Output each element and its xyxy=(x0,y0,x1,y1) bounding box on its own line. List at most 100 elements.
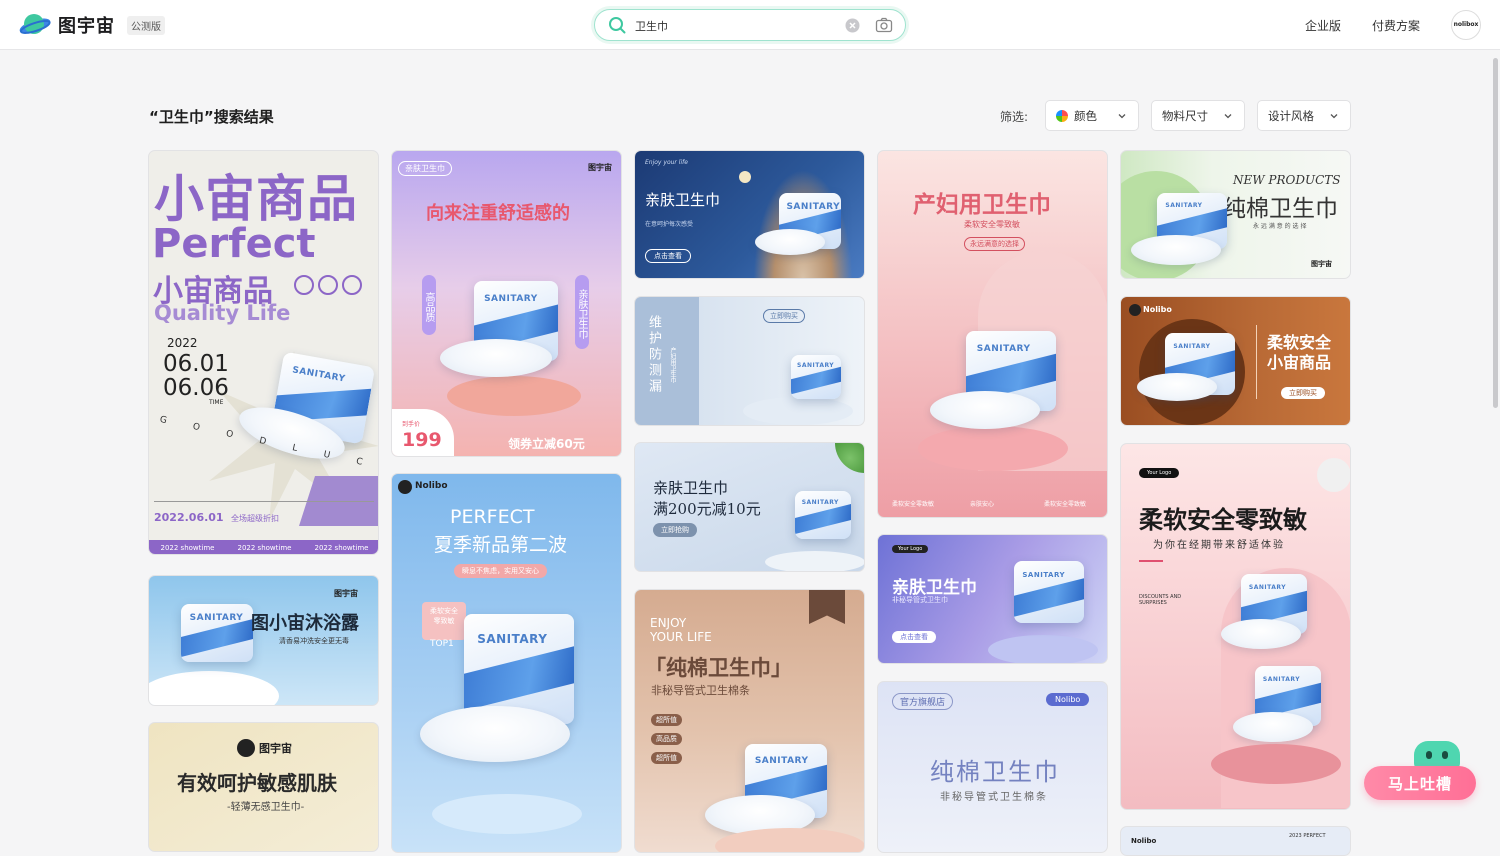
result-card-7[interactable]: NEW PRODUCTS 纯棉卫生巾 永 远 满 意 的 选 择 图宇宙 SAN… xyxy=(1120,150,1351,279)
result-card-1[interactable]: 小宙商品 Perfect 小宙商品 Quality Life 2022 06.0… xyxy=(148,150,379,555)
beta-badge: 公测版 xyxy=(127,15,165,35)
result-card-6[interactable]: 产妇用卫生巾 柔软安全零致敏 永远满意的选择 SANITARY 柔软安全零致敏 … xyxy=(877,150,1108,518)
feedback-label: 马上吐槽 xyxy=(1387,774,1452,793)
product-pack: SANITARY xyxy=(795,491,851,539)
app-name: 图宇宙 xyxy=(58,16,115,37)
kicker-en: 2023 PERFECT xyxy=(1289,833,1326,839)
result-card-15[interactable]: 官方旗舰店 Nolibo 纯棉卫生巾 非秘导管式卫生棉条 xyxy=(877,681,1108,853)
side-label-right: 亲肤卫生巾 xyxy=(575,275,589,349)
card-title: 产妇用卫生巾 xyxy=(913,191,1051,218)
card-title: 「纯棉卫生巾」 xyxy=(645,655,792,680)
card-subtitle: -轻薄无感卫生巾- xyxy=(227,802,305,813)
card-subtitle: 柔软安全零致敏 xyxy=(964,220,1020,229)
result-card-2[interactable]: 亲肤卫生巾 图宇宙 向来注重舒适感的 高品质 亲肤卫生巾 SANITARY 到手… xyxy=(391,150,622,457)
card-subtitle: 非秘导管式卫生巾 xyxy=(892,596,948,604)
pedestal xyxy=(447,376,581,416)
time-label: TIME xyxy=(209,399,224,406)
cloud-shape xyxy=(149,671,279,705)
store-tag: 官方旗舰店 xyxy=(892,693,954,710)
view-button: 点击查看 xyxy=(892,631,936,643)
card-pill: 瞬息不焦虑，实用又安心 xyxy=(454,564,547,578)
result-card-14[interactable]: 图宇宙 有效呵护敏感肌肤 -轻薄无感卫生巾- xyxy=(148,722,379,852)
feature-2: 亲肤安心 xyxy=(970,501,995,508)
card-subtitle: 为你在经期带来舒适体验 xyxy=(1153,540,1285,551)
top-bar: 图宇宙 公测版 卫生巾 企业版 付费方案 nolibox xyxy=(0,0,1500,50)
vertical-subtitle: 产妇用卫生巾 xyxy=(669,347,676,383)
headline-en: PERFECT xyxy=(450,506,535,528)
card-title: 向来注重舒适感的 xyxy=(426,203,570,224)
card-pill: 永远满意的选择 xyxy=(964,237,1025,251)
card-title: 有效呵护敏感肌肤 xyxy=(177,771,337,795)
result-card-13[interactable]: ENJOY YOUR LIFE 「纯棉卫生巾」 非秘导管式卫生棉条 超所值 高品… xyxy=(634,589,865,853)
feature-3: 柔软安全零致敏 xyxy=(1044,501,1087,508)
color-filter-label: 颜色 xyxy=(1074,108,1097,123)
product-pad xyxy=(420,706,570,762)
result-card-8[interactable]: Nolibo SANITARY 柔软安全 小宙商品 立即购买 xyxy=(1120,296,1351,426)
card-subtitle: 清香易冲洗安全更无毒 xyxy=(279,637,349,645)
card-title: 纯棉卫生巾 xyxy=(930,758,1060,786)
product-pad xyxy=(1137,373,1217,401)
card-tag: 亲肤卫生巾 xyxy=(398,161,452,176)
clear-icon[interactable] xyxy=(845,18,860,33)
card-kicker: Enjoy your life xyxy=(645,159,688,166)
feature-1: 柔软安全零致敏 xyxy=(892,501,935,508)
size-filter-label: 物料尺寸 xyxy=(1162,108,1208,123)
brand-logo-icon xyxy=(1129,304,1141,316)
price-tag: 到手价 xyxy=(402,421,421,428)
avatar[interactable]: nolibox xyxy=(1451,10,1481,40)
app-logo[interactable]: 图宇宙 公测版 xyxy=(18,11,165,39)
result-card-3[interactable]: Enjoy your life 亲肤卫生巾 在意呵护每次感受 点击查看 SANI… xyxy=(634,150,865,279)
brand-label: Nolibo xyxy=(415,481,448,491)
product-pad xyxy=(440,339,552,377)
card-title: 柔软安全零致敏 xyxy=(1139,506,1307,534)
product-pack: SANITARY xyxy=(181,604,253,662)
color-filter-dropdown[interactable]: 颜色 xyxy=(1045,100,1139,131)
headline-en: Perfect xyxy=(152,221,316,267)
card-title: 纯棉卫生巾 xyxy=(1223,196,1338,222)
size-filter-dropdown[interactable]: 物料尺寸 xyxy=(1151,100,1245,131)
result-card-10[interactable]: Nolibo PERFECT 夏季新品第二波 瞬息不焦虑，实用又安心 柔软安全 … xyxy=(391,473,622,853)
camera-icon[interactable] xyxy=(875,17,893,33)
result-card-12[interactable]: Your Logo 亲肤卫生巾 非秘导管式卫生巾 点击查看 SANITARY xyxy=(877,534,1108,664)
leaf-decoration xyxy=(835,443,864,473)
pedestal xyxy=(1211,744,1341,784)
search-input[interactable]: 卫生巾 xyxy=(635,18,668,34)
card-title: 夏季新品第二波 xyxy=(434,534,568,556)
brand-label: Nolibo xyxy=(1046,693,1090,706)
style-filter-dropdown[interactable]: 设计风格 xyxy=(1257,100,1351,131)
card-subtitle: 满200元减10元 xyxy=(653,500,761,518)
card-title: 图小宙沐浴露 xyxy=(251,613,359,634)
logo-pill: Your Logo xyxy=(892,545,929,553)
buy-button: 立即购买 xyxy=(1281,387,1325,399)
feedback-button[interactable]: 马上吐槽 xyxy=(1364,766,1476,800)
nav-pricing[interactable]: 付费方案 xyxy=(1372,17,1420,34)
result-card-11[interactable]: Your Logo 柔软安全零致敏 为你在经期带来舒适体验 DISCOUNTS … xyxy=(1120,443,1351,810)
year: 2022 xyxy=(167,336,198,350)
filter-label: 筛选: xyxy=(1000,110,1029,124)
style-filter-label: 设计风格 xyxy=(1268,108,1314,123)
footer-tag: 全场超级折扣 xyxy=(231,514,279,523)
brand-label: Nolibo xyxy=(1143,305,1172,314)
card-subtitle: 非秘导管式卫生棉条 xyxy=(940,792,1048,803)
nav-enterprise[interactable]: 企业版 xyxy=(1305,17,1341,34)
kicker-line-1: ENJOY xyxy=(650,616,687,630)
brand-logo-icon xyxy=(237,739,255,757)
pedestal xyxy=(743,397,853,425)
result-card-16[interactable]: Nolibo 2023 PERFECT xyxy=(1120,826,1351,856)
scrollbar-thumb[interactable] xyxy=(1493,58,1498,408)
badge-icons xyxy=(294,275,362,295)
pedestal xyxy=(432,794,582,834)
color-wheel-icon xyxy=(1056,109,1068,122)
ribbon-badge xyxy=(809,590,845,624)
perk-tag-1: 超所值 xyxy=(651,714,682,726)
sphere-decoration xyxy=(1317,458,1350,492)
result-card-5[interactable]: 亲肤卫生巾 满200元减10元 立即抢购 SANITARY xyxy=(634,442,865,572)
search-box[interactable]: 卫生巾 xyxy=(594,9,906,41)
product-pad xyxy=(1233,712,1313,742)
result-card-4[interactable]: 维护防测漏 产妇用卫生巾 立即购买 SANITARY xyxy=(634,296,865,426)
result-card-9[interactable]: SANITARY 图宇宙 图小宙沐浴露 清香易冲洗安全更无毒 xyxy=(148,575,379,706)
vertical-headline: 维护防测漏 xyxy=(646,315,661,395)
date-start: 06.01 xyxy=(163,351,229,377)
tagline: Quality Life xyxy=(154,301,291,325)
pedestal xyxy=(988,635,1098,663)
